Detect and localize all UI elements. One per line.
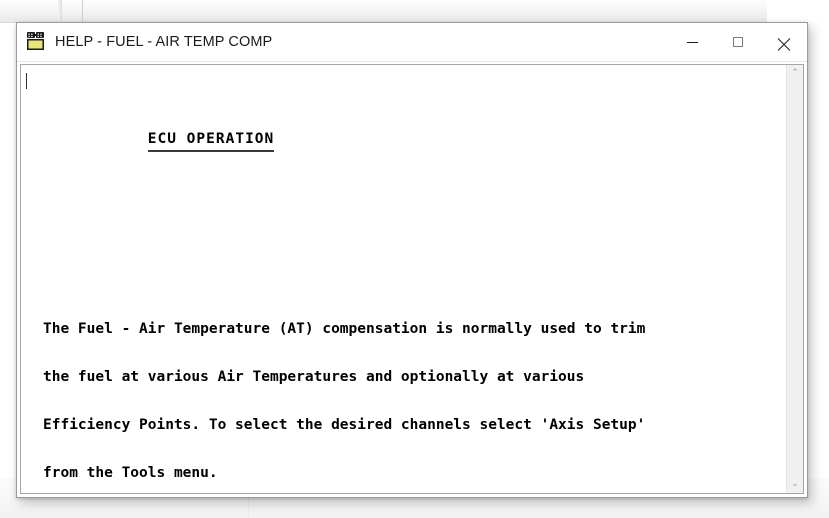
close-icon <box>778 36 791 49</box>
paragraph-1-line-4: from the Tools menu. <box>43 465 218 481</box>
scrollbar-track[interactable] <box>787 82 804 476</box>
close-button[interactable] <box>761 24 807 61</box>
scroll-up-arrow-icon[interactable]: ⌃ <box>787 65 804 82</box>
heading-ecu-operation: ECU OPERATION <box>147 131 275 152</box>
minimize-icon <box>686 41 698 43</box>
vertical-scrollbar[interactable]: ⌃ ⌄ <box>786 65 803 493</box>
help-document-text: ECU OPERATION The Fuel - Air Temperature… <box>43 83 786 493</box>
client-frame: ECU OPERATION The Fuel - Air Temperature… <box>20 64 804 494</box>
title-bar[interactable]: HELP - FUEL - AIR TEMP COMP <box>17 23 807 62</box>
heading-ecu-operation-wrap: ECU OPERATION <box>43 115 786 168</box>
window-body: ECU OPERATION The Fuel - Air Temperature… <box>17 62 807 497</box>
minimize-button[interactable] <box>669 24 715 61</box>
window-title: HELP - FUEL - AIR TEMP COMP <box>55 34 273 50</box>
help-document-area[interactable]: ECU OPERATION The Fuel - Air Temperature… <box>21 65 786 493</box>
help-window[interactable]: HELP - FUEL - AIR TEMP COMP ECU OPERATIO… <box>16 22 808 498</box>
background-window-toolbar <box>0 0 767 23</box>
background-toolbar-divider <box>82 0 83 22</box>
scroll-down-arrow-icon[interactable]: ⌄ <box>787 476 804 493</box>
winhelp-icon <box>25 31 47 53</box>
paragraph-1-line-2: the fuel at various Air Temperatures and… <box>43 369 585 385</box>
maximize-icon <box>733 37 743 47</box>
paragraph-1-line-3: Efficiency Points. To select the desired… <box>43 417 646 433</box>
text-caret <box>26 73 27 89</box>
paragraph-1-line-1: The Fuel - Air Temperature (AT) compensa… <box>43 321 646 337</box>
maximize-button[interactable] <box>715 24 761 61</box>
